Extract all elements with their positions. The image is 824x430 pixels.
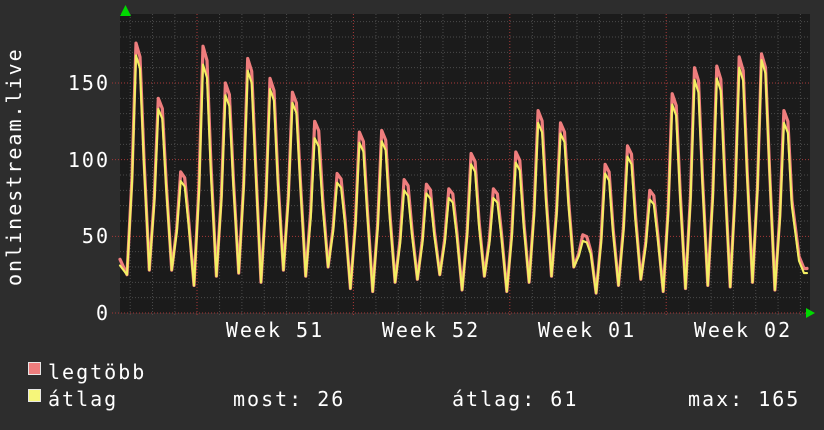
x-tick-label-week-51: Week 51: [225, 318, 325, 342]
x-tick-label-week-02: Week 02: [693, 318, 793, 342]
rrd-graph-page: { "title": "onlinestream.live", "y_axis_…: [0, 0, 824, 430]
chart-canvas: [112, 5, 815, 318]
legend-label-atlag: átlag: [48, 387, 119, 411]
x-axis-arrow-icon: [806, 308, 815, 318]
y-tick-label-50: 50: [81, 224, 110, 248]
stat-most: most: 26: [233, 387, 346, 411]
stat-atlag: átlag: 61: [452, 387, 579, 411]
legend-swatch-atlag-icon: [28, 389, 41, 402]
stat-max: max: 165: [688, 387, 801, 411]
graph-title-vertical: onlinestream.live: [2, 47, 26, 286]
y-tick-label-150: 150: [67, 71, 110, 95]
x-tick-label-week-01: Week 01: [537, 318, 637, 342]
y-tick-label-0: 0: [95, 301, 110, 325]
y-tick-label-100: 100: [67, 148, 110, 172]
legend-label-legtobb: legtöbb: [48, 360, 147, 384]
y-axis-arrow-icon: [120, 5, 131, 16]
legend-swatch-legtobb-icon: [28, 362, 41, 375]
x-tick-label-week-52: Week 52: [381, 318, 481, 342]
